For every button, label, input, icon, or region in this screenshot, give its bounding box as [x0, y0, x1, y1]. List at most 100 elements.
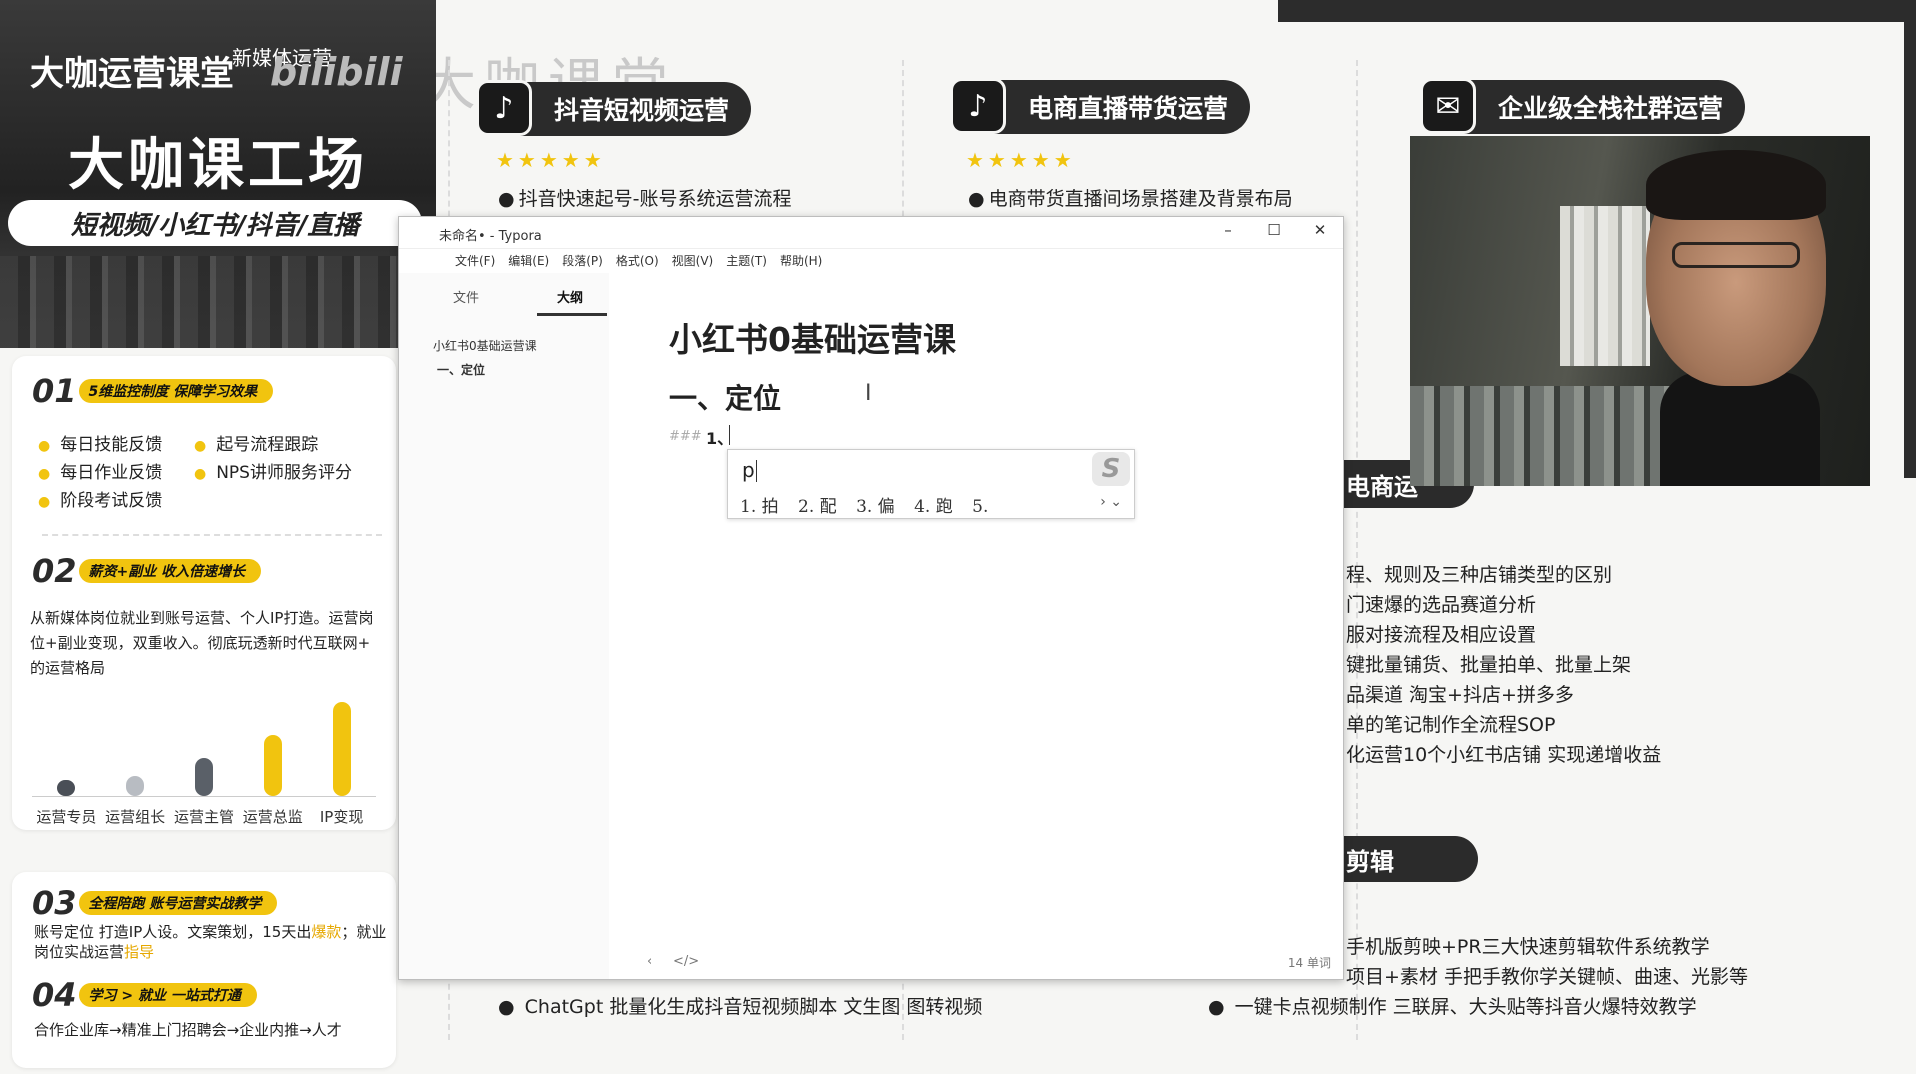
chart-category-label: IP变现: [319, 808, 364, 826]
tiktok-icon: ♪: [950, 78, 1006, 134]
course-bullet: ● ChatGpt 批量化生成抖音短视频脚本 文生图 图转视频: [498, 996, 983, 1018]
presenter-hair: [1646, 150, 1826, 220]
sidebar-toggle-icon[interactable]: ‹: [647, 954, 652, 969]
feature-item: ● 起号流程跟踪: [194, 435, 319, 455]
menu-bar: 文件(F) 编辑(E) 段落(P) 格式(O) 视图(V) 主题(T) 帮助(H…: [399, 249, 1343, 273]
section-label: 薪资+副业 收入倍速增长: [78, 559, 262, 583]
list-item: 项目+素材 手把手教你学关键帧、曲速、光影等: [1346, 966, 1748, 988]
bookshelf: [1560, 206, 1650, 366]
wechat-icon: ✉: [1420, 78, 1476, 134]
category-label: 抖音短视频运营: [554, 96, 730, 125]
category-pill-ecommerce-live: ♪ 电商直播带货运营: [950, 78, 1251, 134]
feature-card: 01 5维监控制度 保障学习效果 ● 每日技能反馈 ● 起号流程跟踪 ● 每日作业反馈…: [12, 356, 396, 830]
outline-item[interactable]: 一、定位: [433, 361, 485, 378]
close-button[interactable]: ✕: [1305, 221, 1335, 243]
ime-input: p: [742, 458, 755, 482]
menu-paragraph[interactable]: 段落(P): [562, 249, 603, 273]
chart-labels: 运营专员 运营组长 运营主管 运营总监 IP变现: [32, 806, 376, 826]
tab-files[interactable]: 文件: [453, 287, 479, 306]
menu-help[interactable]: 帮助(H): [780, 249, 822, 273]
ime-candidate[interactable]: 2. 配: [798, 497, 837, 517]
banner-photo: [0, 256, 436, 348]
text-cursor: [729, 425, 730, 445]
webcam-feed: [1410, 136, 1870, 486]
tab-underline: [537, 313, 607, 316]
top-dark-strip: [1278, 0, 1916, 22]
feature-item: ● NPS讲师服务评分: [194, 463, 352, 483]
list-item: 化运营10个小红书店铺 实现递增收益: [1346, 744, 1662, 766]
category-pill-community: ✉ 企业级全栈社群运营: [1420, 78, 1746, 134]
doc-heading-1: 小红书0基础运营课: [669, 320, 956, 359]
rating-stars: ★★★★★: [496, 148, 606, 172]
ecommerce-course-list: 程、规则及三种店铺类型的区别 门速爆的选品赛道分析 服对接流程及相应设置 键批量…: [1346, 560, 1661, 770]
section-label: 学习 > 就业 一站式打通: [78, 983, 257, 1007]
typora-window[interactable]: 未命名• - Typora – ☐ ✕ 文件(F) 编辑(E) 段落(P) 格式…: [398, 216, 1344, 980]
section-header: 03 全程陪跑 账号运营实战教学: [32, 884, 278, 922]
category-label: 电商直播带货运营: [1028, 94, 1229, 123]
section-number: 04: [32, 976, 77, 1014]
list-item: 手机版剪映+PR三大快速剪辑软件系统教学: [1346, 936, 1710, 958]
chart-bar: [57, 780, 76, 796]
ime-candidate-box[interactable]: p S 1. 拍 2. 配 3. 偏 4. 跑 5. › ⌄: [727, 449, 1135, 519]
menu-view[interactable]: 视图(V): [672, 249, 714, 273]
sogou-ime-icon: S: [1092, 452, 1130, 486]
banner-subtitle: 短视频/小红书/抖音/直播: [8, 200, 422, 246]
ime-caret: [756, 460, 757, 482]
right-dark-strip: [1904, 22, 1916, 478]
divider: [42, 534, 382, 536]
section-label: 5维监控制度 保障学习效果: [78, 379, 274, 403]
list-item: 单的笔记制作全流程SOP: [1346, 714, 1556, 736]
ime-candidate[interactable]: 3. 偏: [856, 497, 895, 517]
chart-category-label: 运营组长: [105, 808, 166, 826]
bilibili-logo: bilibili: [270, 50, 403, 94]
menu-theme[interactable]: 主题(T): [726, 249, 767, 273]
source-mode-icon[interactable]: </>: [673, 954, 699, 969]
feature-item: ● 每日作业反馈: [38, 463, 163, 483]
brand-name: 大咖运营课堂: [30, 54, 234, 94]
divider: [1356, 60, 1358, 1040]
minimize-button[interactable]: –: [1213, 221, 1243, 243]
outline-item[interactable]: 小红书0基础运营课: [433, 337, 537, 354]
section-label: 全程陪跑 账号运营实战教学: [78, 891, 278, 915]
maximize-button[interactable]: ☐: [1259, 221, 1289, 243]
section-text: 合作企业库→精准上门招聘会→企业内推→人才: [34, 1021, 342, 1039]
course-bullet: ● 一键卡点视频制作 三联屏、大头贴等抖音火爆特效教学: [1208, 996, 1697, 1018]
bookshelf: [1410, 386, 1670, 486]
category-pill-douyin: ♪ 抖音短视频运营: [476, 80, 752, 136]
course-bullet: ● 抖音快速起号-账号系统运营流程: [498, 188, 792, 210]
feature-card: 03 全程陪跑 账号运营实战教学 账号定位 打造IP人设。文案策划，15天出爆款…: [12, 872, 396, 1068]
word-count[interactable]: 14 单词: [1288, 954, 1331, 971]
menu-edit[interactable]: 编辑(E): [508, 249, 549, 273]
sidebar: 文件 大纲 小红书0基础运营课 一、定位: [399, 273, 609, 979]
doc-heading-2: 一、定位: [669, 382, 782, 415]
section-number: 02: [32, 552, 77, 590]
section-text: 从新媒体岗位就业到账号运营、个人IP打造。运营岗位+副业变现，双重收入。彻底玩透…: [30, 609, 374, 677]
chart-baseline: [32, 796, 376, 797]
category-pill-editing: 剪辑: [1336, 836, 1478, 882]
title-bar[interactable]: 未命名• - Typora – ☐ ✕: [399, 217, 1343, 249]
ime-candidate[interactable]: 5.: [972, 497, 988, 517]
tab-outline[interactable]: 大纲: [557, 287, 583, 306]
section-header: 01 5维监控制度 保障学习效果: [32, 372, 274, 410]
chart-bar: [263, 735, 282, 796]
chart-bar: [332, 702, 351, 796]
menu-format[interactable]: 格式(O): [616, 249, 659, 273]
rating-stars: ★★★★★: [966, 148, 1076, 172]
tiktok-icon: ♪: [476, 80, 532, 136]
chart-bar: [126, 775, 145, 796]
ime-candidates: 1. 拍 2. 配 3. 偏 4. 跑 5.: [740, 492, 1002, 517]
chart-category-label: 运营主管: [173, 808, 234, 826]
ime-candidate[interactable]: 4. 跑: [914, 497, 953, 517]
ime-page-nav[interactable]: › ⌄: [1100, 494, 1122, 510]
ime-candidate[interactable]: 1. 拍: [740, 497, 779, 517]
glasses: [1672, 242, 1800, 268]
list-item: 门速爆的选品赛道分析: [1346, 594, 1537, 616]
list-item: 品渠道 淘宝+抖店+拼多多: [1346, 684, 1574, 706]
course-bullet: ● 电商带货直播间场景搭建及背景布局: [968, 188, 1293, 210]
chart-bar: [195, 758, 213, 796]
brand-banner: 大咖运营课堂 新媒体运营 bilibili 大咖课工场 短视频/小红书/抖音/直…: [0, 0, 436, 348]
menu-file[interactable]: 文件(F): [455, 249, 495, 273]
section-header: 04 学习 > 就业 一站式打通: [32, 976, 257, 1014]
salary-bar-chart: [32, 696, 376, 796]
section-text: 账号定位 打造IP人设。文案策划，15天出爆款；就业岗位实战运营指导: [34, 923, 387, 961]
